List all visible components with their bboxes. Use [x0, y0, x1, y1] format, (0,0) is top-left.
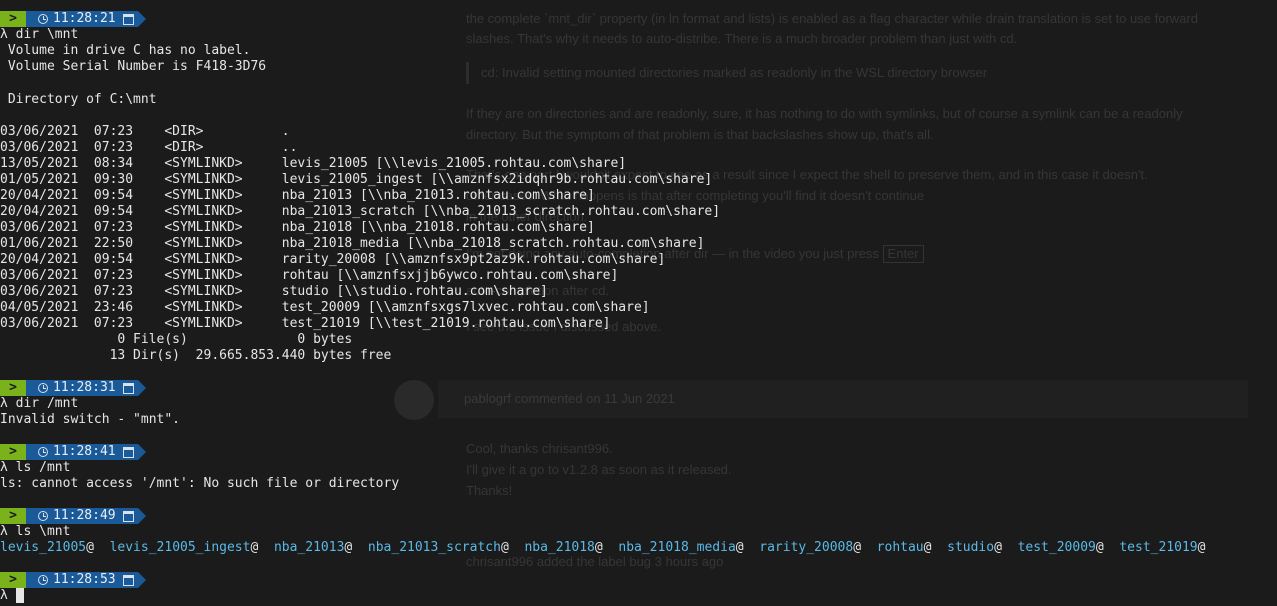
chevron-right-icon: > — [0, 572, 34, 588]
ls-symlink-item: rarity_20008 — [759, 540, 854, 555]
ls-symlink-item: test_21019 — [1119, 540, 1198, 555]
command-line: λ dir /mnt — [0, 396, 79, 411]
clock-icon — [38, 511, 48, 521]
ls-symlink-item: levis_21005_ingest — [109, 540, 251, 555]
command-line: λ ls \mnt — [0, 524, 71, 539]
chevron-right-icon: > — [0, 508, 34, 524]
prompt-bar: > 11:28:31 — [0, 380, 146, 396]
ls-symlink-item: nba_21018_media — [618, 540, 736, 555]
dir-entry-row: 03/06/2021 07:23 <DIR> . — [0, 124, 290, 139]
ls-symlink-item: levis_21005 — [0, 540, 87, 555]
clock-icon — [38, 383, 48, 393]
symlink-marker: @ — [735, 540, 744, 555]
prompt-bar: > 11:28:53 — [0, 572, 146, 588]
symlink-marker: @ — [1197, 540, 1206, 555]
dir-entry-row: 01/05/2021 09:30 <SYMLINKD> levis_21005_… — [0, 172, 713, 187]
ls-symlink-item: nba_21013_scratch — [367, 540, 501, 555]
symlink-marker: @ — [500, 540, 509, 555]
clock-icon — [38, 447, 48, 457]
clock-icon — [38, 14, 48, 24]
symlink-marker: @ — [853, 540, 862, 555]
dir-entry-row: 03/06/2021 07:23 <SYMLINKD> studio [\\st… — [0, 284, 548, 299]
ls-symlink-item: test_20009 — [1017, 540, 1096, 555]
prompt-time: 11:28:31 — [53, 380, 116, 395]
error-line: ls: cannot access '/mnt': No such file o… — [0, 476, 400, 491]
window-icon — [122, 382, 134, 394]
chevron-right-icon: > — [0, 444, 34, 460]
prompt-time: 11:28:21 — [53, 11, 116, 26]
output-line: Volume Serial Number is F418-3D76 — [0, 59, 267, 74]
error-line: Invalid switch - "mnt". — [0, 412, 181, 427]
symlink-marker: @ — [594, 540, 603, 555]
dir-summary-dirs: 13 Dir(s) 29.665.853.440 bytes free — [0, 348, 392, 363]
dir-entry-row: 20/04/2021 09:54 <SYMLINKD> rarity_20008… — [0, 252, 666, 267]
window-icon — [122, 13, 134, 25]
symlink-marker: @ — [86, 540, 94, 555]
ls-symlink-item: rohtau — [876, 540, 924, 555]
text-cursor — [15, 588, 24, 603]
symlink-marker: @ — [1095, 540, 1104, 555]
clock-icon — [38, 575, 48, 585]
dir-entry-row: 03/06/2021 07:23 <SYMLINKD> rohtau [\\am… — [0, 268, 619, 283]
ls-output: levis_21005@ levis_21005_ingest@ nba_210… — [0, 540, 1205, 556]
command-prompt-lambda: λ — [0, 588, 16, 603]
output-line: Volume in drive C has no label. — [0, 43, 251, 58]
dir-entry-row: 20/04/2021 09:54 <SYMLINKD> nba_21013 [\… — [0, 188, 595, 203]
dir-summary-files: 0 File(s) 0 bytes — [0, 332, 353, 347]
dir-entry-row: 03/06/2021 07:23 <DIR> .. — [0, 140, 298, 155]
window-icon — [122, 446, 134, 458]
prompt-bar: > 11:28:41 — [0, 444, 146, 460]
prompt-time-segment: 11:28:49 — [26, 508, 146, 524]
prompt-time-segment: 11:28:21 — [26, 11, 146, 27]
prompt-time-segment: 11:28:31 — [26, 380, 146, 396]
symlink-marker: @ — [344, 540, 353, 555]
ls-symlink-item: nba_21013 — [273, 540, 345, 555]
prompt-time-segment: 11:28:41 — [26, 444, 146, 460]
prompt-time: 11:28:49 — [53, 508, 116, 523]
chevron-right-icon: > — [0, 11, 34, 27]
dir-entry-row: 01/06/2021 22:50 <SYMLINKD> nba_21018_me… — [0, 236, 705, 251]
dir-entry-row: 03/06/2021 07:23 <SYMLINKD> nba_21018 [\… — [0, 220, 595, 235]
command-input-line[interactable]: λ — [0, 588, 24, 604]
dir-entry-row: 04/05/2021 23:46 <SYMLINKD> test_20009 [… — [0, 300, 650, 315]
prompt-bar: > 11:28:49 — [0, 508, 146, 524]
symlink-marker: @ — [923, 540, 932, 555]
command-line: λ ls /mnt — [0, 460, 71, 475]
prompt-time-segment: 11:28:53 — [26, 572, 146, 588]
ls-symlink-item: nba_21018 — [524, 540, 595, 555]
dir-entry-row: 03/06/2021 07:23 <SYMLINKD> test_21019 [… — [0, 316, 611, 331]
dir-entry-row: 13/05/2021 08:34 <SYMLINKD> levis_21005 … — [0, 156, 627, 171]
dir-entry-row: 20/04/2021 09:54 <SYMLINKD> nba_21013_sc… — [0, 204, 721, 219]
prompt-time: 11:28:41 — [53, 444, 116, 459]
chevron-right-icon: > — [0, 380, 34, 396]
window-icon — [122, 510, 134, 522]
prompt-time: 11:28:53 — [53, 572, 116, 587]
command-line: λ dir \mnt — [0, 27, 79, 42]
symlink-marker: @ — [994, 540, 1002, 555]
output-line: Directory of C:\mnt — [0, 92, 157, 107]
ls-symlink-item: studio — [947, 540, 995, 555]
window-icon — [122, 574, 134, 586]
terminal-window[interactable]: > 11:28:21 λ dir \mnt Volume in drive C … — [0, 0, 1277, 606]
symlink-marker: @ — [250, 540, 259, 555]
prompt-bar: > 11:28:21 — [0, 11, 146, 27]
